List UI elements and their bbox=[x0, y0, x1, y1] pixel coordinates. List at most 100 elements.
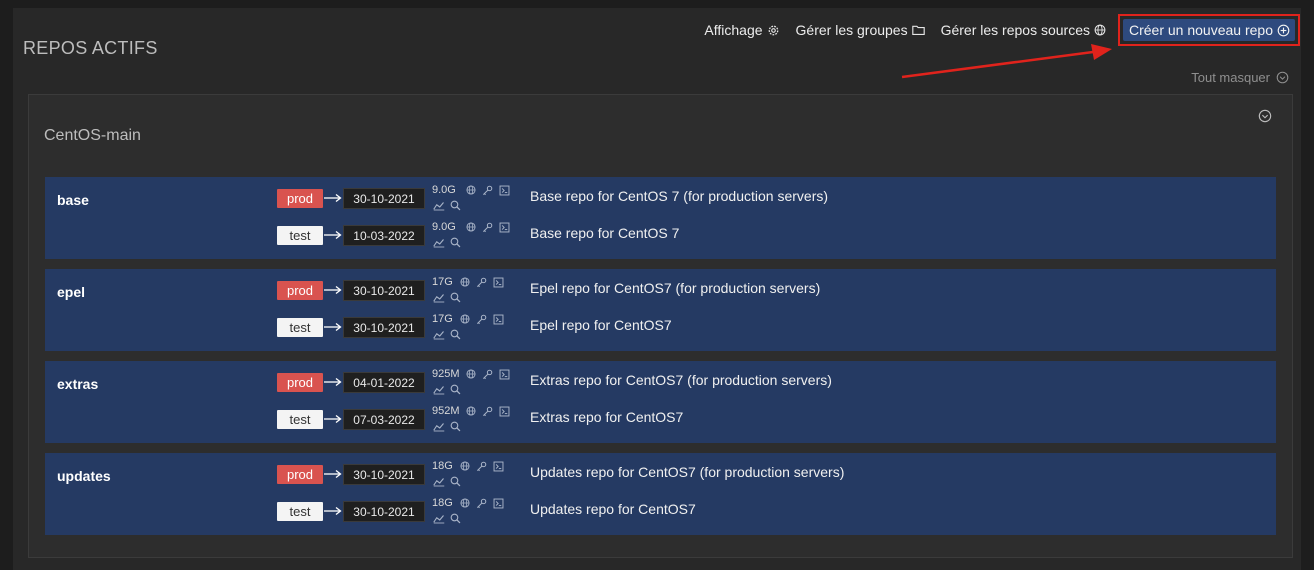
env-row: prod 30-10-2021 18G Updates repo for CentO… bbox=[45, 460, 1276, 490]
key-icon[interactable] bbox=[482, 369, 493, 380]
snapshot-date: 30-10-2021 bbox=[343, 501, 425, 522]
arrow-right-icon bbox=[324, 469, 342, 479]
globe-icon[interactable] bbox=[466, 369, 476, 379]
hide-all-label: Tout masquer bbox=[1191, 70, 1270, 85]
search-icon[interactable] bbox=[450, 292, 461, 303]
key-icon[interactable] bbox=[482, 185, 493, 196]
env-badge: prod bbox=[277, 189, 323, 208]
globe-icon[interactable] bbox=[466, 222, 476, 232]
chevron-down-icon bbox=[1276, 71, 1289, 84]
chevron-down-icon bbox=[1258, 109, 1272, 123]
env-row: test 30-10-2021 17G Epel repo for CentOS7 bbox=[45, 313, 1276, 342]
repo-meta: 925M bbox=[432, 368, 512, 398]
repo-description: Updates repo for CentOS7 bbox=[530, 501, 696, 517]
create-repo-button[interactable]: Créer un nouveau repo bbox=[1123, 19, 1295, 41]
terminal-icon[interactable] bbox=[499, 369, 510, 380]
repo-description: Extras repo for CentOS7 bbox=[530, 409, 684, 425]
terminal-icon[interactable] bbox=[493, 498, 504, 509]
arrow-right-icon bbox=[324, 414, 342, 424]
snapshot-date: 30-10-2021 bbox=[343, 280, 425, 301]
snapshot-date: 10-03-2022 bbox=[343, 225, 425, 246]
search-icon[interactable] bbox=[450, 329, 461, 340]
repo-size: 952M bbox=[432, 405, 460, 417]
arrow-right-icon bbox=[324, 285, 342, 295]
chart-icon[interactable] bbox=[433, 329, 445, 340]
chart-icon[interactable] bbox=[433, 421, 445, 432]
env-row: test 30-10-2021 18G Updates repo for CentO… bbox=[45, 497, 1276, 526]
chart-icon[interactable] bbox=[433, 513, 445, 524]
top-actions: Affichage Gérer les groupes Gérer les re… bbox=[688, 14, 1300, 46]
env-row: test 07-03-2022 952M Extras repo for CentO… bbox=[45, 405, 1276, 434]
globe-icon[interactable] bbox=[460, 461, 470, 471]
search-icon[interactable] bbox=[450, 421, 461, 432]
env-badge: test bbox=[277, 318, 323, 337]
repo-size: 17G bbox=[432, 276, 453, 288]
env-row: prod 04-01-2022 925M Extras repo for CentO… bbox=[45, 368, 1276, 398]
create-repo-label: Créer un nouveau repo bbox=[1129, 22, 1273, 38]
repo-meta: 9.0G bbox=[432, 184, 512, 214]
env-badge: prod bbox=[277, 373, 323, 392]
arrow-right-icon bbox=[324, 230, 342, 240]
globe-icon[interactable] bbox=[466, 185, 476, 195]
chart-icon[interactable] bbox=[433, 384, 445, 395]
repo-size: 9.0G bbox=[432, 184, 456, 196]
terminal-icon[interactable] bbox=[499, 185, 510, 196]
repo-size: 17G bbox=[432, 313, 453, 325]
chart-icon[interactable] bbox=[433, 292, 445, 303]
key-icon[interactable] bbox=[476, 498, 487, 509]
plus-circle-icon bbox=[1277, 24, 1290, 36]
manage-sources-button[interactable]: Gérer les repos sources bbox=[941, 22, 1106, 38]
terminal-icon[interactable] bbox=[493, 314, 504, 325]
hide-all-button[interactable]: Tout masquer bbox=[1191, 70, 1289, 85]
key-icon[interactable] bbox=[476, 277, 487, 288]
snapshot-date: 04-01-2022 bbox=[343, 372, 425, 393]
snapshot-date: 30-10-2021 bbox=[343, 317, 425, 338]
repo-meta: 18G bbox=[432, 460, 512, 490]
globe-icon[interactable] bbox=[466, 406, 476, 416]
page-title: REPOS ACTIFS bbox=[23, 38, 158, 58]
display-button[interactable]: Affichage bbox=[704, 22, 779, 38]
search-icon[interactable] bbox=[450, 513, 461, 524]
key-icon[interactable] bbox=[482, 406, 493, 417]
arrow-right-icon bbox=[324, 377, 342, 387]
folder-icon bbox=[911, 25, 925, 36]
repo-row-base: base prod 30-10-2021 9.0G Base repo for Cen… bbox=[45, 177, 1276, 259]
group-collapse-button[interactable] bbox=[1258, 109, 1272, 128]
terminal-icon[interactable] bbox=[493, 277, 504, 288]
globe-icon[interactable] bbox=[460, 314, 470, 324]
search-icon[interactable] bbox=[450, 200, 461, 211]
manage-sources-label: Gérer les repos sources bbox=[940, 22, 1090, 38]
manage-groups-label: Gérer les groupes bbox=[795, 22, 908, 38]
repo-row-extras: extras prod 04-01-2022 925M Extras repo for… bbox=[45, 361, 1276, 443]
globe-icon[interactable] bbox=[460, 498, 470, 508]
manage-groups-button[interactable]: Gérer les groupes bbox=[796, 22, 925, 38]
arrow-right-icon bbox=[324, 322, 342, 332]
create-repo-highlight: Créer un nouveau repo bbox=[1118, 14, 1300, 46]
chart-icon[interactable] bbox=[433, 476, 445, 487]
search-icon[interactable] bbox=[450, 476, 461, 487]
terminal-icon[interactable] bbox=[499, 406, 510, 417]
repo-size: 18G bbox=[432, 497, 453, 509]
repo-row-epel: epel prod 30-10-2021 17G Epel repo for Cent… bbox=[45, 269, 1276, 351]
globe-icon bbox=[1094, 24, 1106, 36]
env-row: prod 30-10-2021 9.0G Base repo for CentOS … bbox=[45, 184, 1276, 214]
env-badge: test bbox=[277, 410, 323, 429]
terminal-icon[interactable] bbox=[499, 222, 510, 233]
search-icon[interactable] bbox=[450, 384, 461, 395]
chart-icon[interactable] bbox=[433, 200, 445, 211]
env-row: test 10-03-2022 9.0G Base repo for CentOS … bbox=[45, 221, 1276, 251]
snapshot-date: 30-10-2021 bbox=[343, 188, 425, 209]
globe-icon[interactable] bbox=[460, 277, 470, 287]
chart-icon[interactable] bbox=[433, 237, 445, 248]
repo-description: Updates repo for CentOS7 (for production… bbox=[530, 464, 845, 480]
display-label: Affichage bbox=[704, 22, 763, 38]
repo-meta: 9.0G bbox=[432, 221, 512, 251]
key-icon[interactable] bbox=[482, 222, 493, 233]
search-icon[interactable] bbox=[450, 237, 461, 248]
repo-meta: 17G bbox=[432, 276, 512, 306]
terminal-icon[interactable] bbox=[493, 461, 504, 472]
key-icon[interactable] bbox=[476, 314, 487, 325]
env-row: prod 30-10-2021 17G Epel repo for CentOS7 … bbox=[45, 276, 1276, 306]
key-icon[interactable] bbox=[476, 461, 487, 472]
env-badge: prod bbox=[277, 281, 323, 300]
